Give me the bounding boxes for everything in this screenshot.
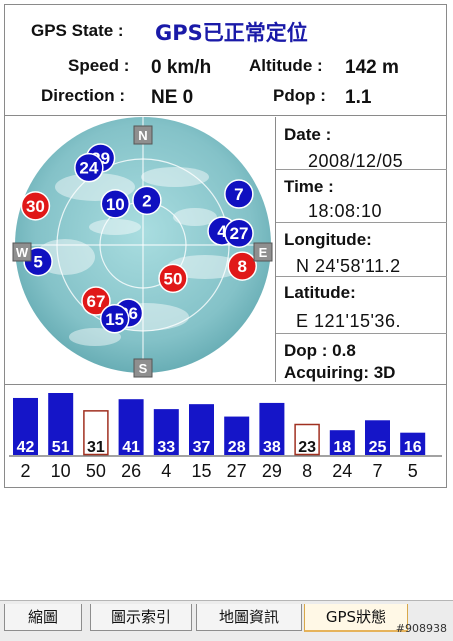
compass-north: N (138, 128, 147, 143)
time-value: 18:08:10 (308, 201, 383, 221)
signal-prn-label: 15 (191, 461, 211, 481)
sky-satellite: 7 (224, 179, 254, 209)
satellite-id: 7 (234, 185, 243, 204)
longitude-block: Longitude: N 24'58'11.2 (276, 224, 447, 277)
signal-snr-label: 25 (369, 439, 387, 456)
speed-value: 0 km/h (151, 57, 212, 78)
satellite-id: 10 (106, 195, 125, 214)
sky-plot: 292410 2 7304 278550672615 N S E W (12, 117, 273, 378)
signal-snr-label: 33 (157, 439, 175, 456)
signal-prn-label: 26 (121, 461, 141, 481)
tab-thumbnail-label: 縮圖 (27, 608, 58, 626)
signal-prn-label: 7 (372, 461, 382, 481)
satellite-id: 50 (164, 269, 183, 288)
satellite-id: 8 (238, 257, 247, 276)
dop-label: Dop : 0.8 (284, 341, 356, 360)
watermark: #908938 (395, 622, 447, 635)
signal-bar-chart: 42 2 51 10 31 50 41 26 33 4 37 15 28 27 38 29 23 8 18 24 25 7… (9, 393, 442, 481)
compass-east: E (259, 245, 268, 260)
signal-snr-label: 41 (122, 439, 140, 456)
satellite-id: 15 (105, 310, 124, 329)
time-block: Time : 18:08:10 (276, 171, 447, 223)
sky-satellite: 30 (20, 191, 51, 221)
signal-prn-label: 2 (20, 461, 30, 481)
tab-icon-index-label: 圖示索引 (110, 608, 171, 626)
signal-snr-label: 37 (193, 439, 211, 456)
tab-gps-status-label: GPS狀態 (325, 608, 387, 626)
pdop-value: 1.1 (345, 87, 372, 108)
signal-snr-label: 31 (87, 439, 105, 456)
status-header: GPS State : GPS已正常定位 Speed : 0 km/h Alti… (5, 5, 446, 116)
direction-value: NE 0 (151, 87, 194, 108)
date-value: 2008/12/05 (308, 151, 404, 171)
satellite-id: 27 (230, 224, 249, 243)
latitude-value: E 121'15'36. (296, 311, 401, 331)
compass-west: W (16, 245, 29, 260)
sky-satellite: 2 (132, 185, 162, 216)
sky-view: 29 24 10 2 7 30 4 27 8 5 50 67 26 15 N S E W (5, 117, 273, 382)
signal-snr-label: 28 (228, 439, 246, 456)
satellite-id: 30 (26, 197, 45, 216)
gps-state-value: GPS已正常定位 (155, 21, 308, 45)
sky-satellite: 24 (74, 152, 104, 183)
satellite-id: 2 (142, 191, 151, 210)
tab-map-info[interactable]: 地圖資訊 (196, 604, 302, 631)
bottom-tab-bar: 縮圖 圖示索引 地圖資訊 GPS狀態 #908938 (0, 600, 453, 641)
gps-status-panel: GPS State : GPS已正常定位 Speed : 0 km/h Alti… (4, 4, 447, 488)
signal-prn-label: 29 (262, 461, 282, 481)
satellite-id: 24 (79, 159, 98, 178)
latitude-block: Latitude: E 121'15'36. (276, 278, 447, 334)
sky-satellite: 8 (227, 251, 258, 281)
pdop-label: Pdop : (273, 86, 326, 105)
dop-block: Dop : 0.8 Acquiring: 3D (276, 335, 447, 382)
sky-satellite: 27 (224, 218, 254, 248)
signal-prn-label: 10 (51, 461, 71, 481)
satellite-id: 67 (87, 292, 106, 311)
gps-state-label: GPS State : (31, 21, 124, 40)
latitude-label: Latitude: (284, 283, 356, 302)
signal-snr-label: 16 (404, 439, 422, 456)
signal-prn-label: 50 (86, 461, 106, 481)
signal-prn-label: 27 (227, 461, 247, 481)
date-label: Date : (284, 125, 332, 144)
compass-south: S (139, 361, 148, 376)
longitude-label: Longitude: (284, 230, 372, 249)
signal-prn-label: 8 (302, 461, 312, 481)
direction-label: Direction : (41, 86, 126, 105)
signal-snr-label: 51 (52, 439, 70, 456)
sky-satellite: 15 (99, 304, 130, 334)
satellite-id: 5 (33, 253, 42, 272)
time-label: Time : (284, 177, 334, 196)
signal-prn-label: 4 (161, 461, 171, 481)
altitude-label: Altitude : (249, 56, 323, 75)
tab-gps-status[interactable]: GPS狀態 (304, 604, 408, 632)
tab-map-info-label: 地圖資訊 (218, 608, 279, 626)
signal-snr-label: 42 (17, 439, 35, 456)
signal-prn-label: 5 (408, 461, 418, 481)
altitude-value: 142 m (345, 57, 399, 78)
signal-snr-label: 18 (333, 439, 351, 456)
position-info: Date : 2008/12/05 Time : 18:08:10 Longit… (275, 117, 447, 382)
signal-prn-label: 24 (332, 461, 352, 481)
signal-snr-label: 23 (298, 439, 316, 456)
signal-strength-panel: 42 2 51 10 31 50 41 26 33 4 37 15 28 27 38 29 23 8 18 24 25 7… (5, 384, 446, 488)
longitude-value: N 24'58'11.2 (296, 256, 401, 276)
speed-label: Speed : (68, 56, 130, 75)
date-block: Date : 2008/12/05 (276, 117, 447, 171)
sky-satellite: 50 (158, 263, 188, 294)
tab-icon-index[interactable]: 圖示索引 (90, 604, 192, 631)
acquiring-label: Acquiring: 3D (284, 363, 396, 382)
signal-snr-label: 38 (263, 439, 281, 456)
sky-satellite: 10 (100, 189, 131, 219)
tab-thumbnail[interactable]: 縮圖 (4, 604, 82, 631)
